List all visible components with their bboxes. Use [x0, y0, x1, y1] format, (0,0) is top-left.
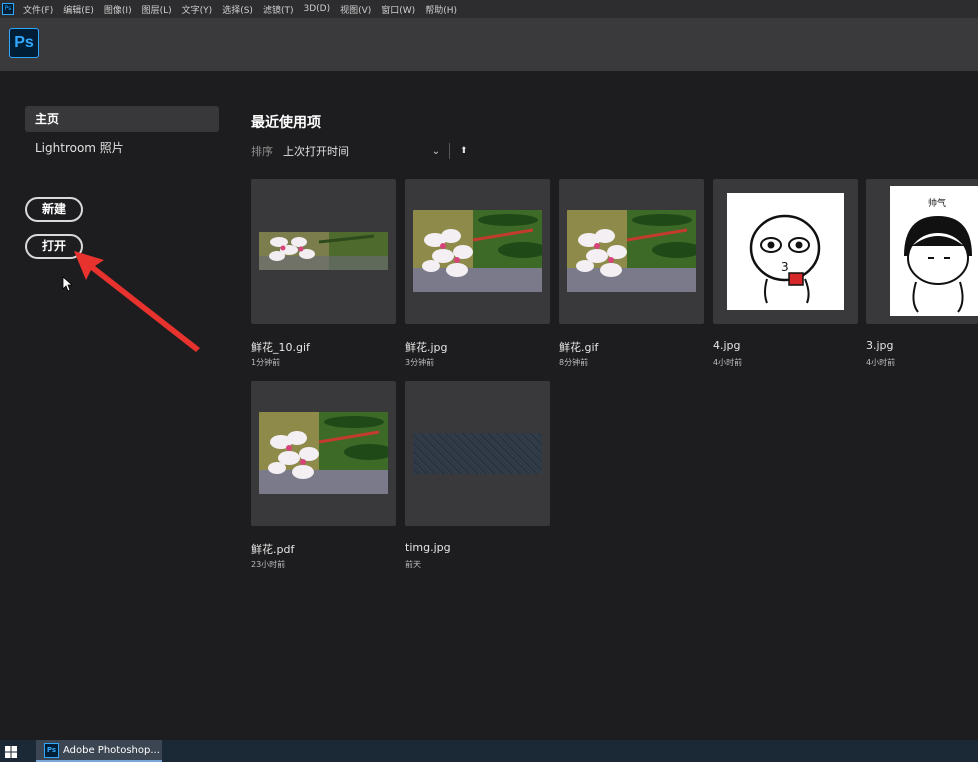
menu-bar: Ps 文件(F) 编辑(E) 图像(I) 图层(L) 文字(Y) 选择(S) 滤…	[0, 0, 978, 18]
file-thumbnail[interactable]	[559, 179, 704, 324]
cartoon-image: 3	[727, 193, 844, 310]
file-thumbnail[interactable]: 3	[713, 179, 858, 324]
menu-file[interactable]: 文件(F)	[18, 3, 58, 16]
file-name[interactable]: 鲜花.jpg	[405, 339, 448, 355]
menu-select[interactable]: 选择(S)	[217, 3, 258, 16]
photoshop-home-screen: Ps 文件(F) 编辑(E) 图像(I) 图层(L) 文字(Y) 选择(S) 滤…	[0, 0, 978, 762]
file-name[interactable]: 鲜花.gif	[559, 339, 598, 355]
file-time: 4小时前	[866, 358, 896, 367]
file-time: 1分钟前	[251, 358, 281, 367]
file-thumbnail[interactable]: 帅气	[866, 179, 978, 324]
sidebar-item-home[interactable]: 主页	[25, 106, 219, 132]
flower-image	[413, 210, 542, 292]
file-thumbnail[interactable]	[251, 381, 396, 526]
new-button[interactable]: 新建	[25, 197, 83, 222]
file-time: 3分钟前	[405, 358, 435, 367]
sort-controls: 排序 上次打开时间 ⌄ ⬆	[251, 143, 468, 159]
noise-image	[413, 433, 542, 474]
taskbar: Ps Adobe Photoshop...	[0, 740, 978, 762]
recent-title: 最近使用项	[251, 115, 321, 131]
menu-help[interactable]: 帮助(H)	[420, 3, 462, 16]
flower-image	[259, 412, 388, 494]
file-name[interactable]: 4.jpg	[713, 339, 741, 352]
flower-image	[567, 210, 696, 292]
chevron-down-icon[interactable]: ⌄	[429, 146, 443, 157]
menu-image[interactable]: 图像(I)	[99, 3, 137, 16]
app-mini-icon[interactable]: Ps	[2, 3, 14, 15]
menu-filter[interactable]: 滤镜(T)	[258, 3, 299, 16]
red-arrow-annotation	[74, 251, 200, 352]
file-time: 前天	[405, 560, 421, 569]
file-name[interactable]: 鲜花_10.gif	[251, 339, 310, 355]
cartoon-caption: 帅气	[928, 197, 946, 209]
sidebar: 主页 Lightroom 照片 新建 打开	[0, 71, 232, 740]
menu-edit[interactable]: 编辑(E)	[58, 3, 99, 16]
file-time: 23小时前	[251, 560, 286, 569]
menu-window[interactable]: 窗口(W)	[376, 3, 420, 16]
sidebar-item-lightroom[interactable]: Lightroom 照片	[25, 135, 219, 161]
cartoon-image: 帅气	[890, 186, 978, 316]
flower-image	[259, 232, 388, 270]
taskbar-photoshop[interactable]: Ps Adobe Photoshop...	[36, 740, 162, 762]
menu-3d[interactable]: 3D(D)	[298, 4, 335, 14]
file-name[interactable]: 鲜花.pdf	[251, 541, 294, 557]
menu-layer[interactable]: 图层(L)	[137, 3, 177, 16]
file-name[interactable]: 3.jpg	[866, 339, 894, 352]
windows-start-icon[interactable]	[5, 746, 17, 758]
sort-label: 排序	[251, 145, 273, 158]
file-thumbnail[interactable]	[405, 381, 550, 526]
menu-type[interactable]: 文字(Y)	[177, 3, 218, 16]
sort-divider	[449, 143, 450, 159]
svg-text:3: 3	[781, 260, 789, 274]
recent-files-panel: 最近使用项 排序 上次打开时间 ⌄ ⬆ 鲜花_10.gif 1分钟前 鲜花.jp…	[232, 71, 978, 740]
menu-view[interactable]: 视图(V)	[335, 3, 376, 16]
sort-dropdown[interactable]: 上次打开时间	[283, 143, 429, 159]
file-time: 8分钟前	[559, 358, 589, 367]
file-name[interactable]: timg.jpg	[405, 541, 451, 554]
taskbar-app-label: Adobe Photoshop...	[63, 744, 160, 756]
photoshop-logo: Ps	[9, 28, 39, 58]
file-thumbnail[interactable]	[405, 179, 550, 324]
app-header: Ps	[0, 18, 978, 71]
file-time: 4小时前	[713, 358, 743, 367]
file-thumbnail[interactable]	[251, 179, 396, 324]
photoshop-taskbar-icon: Ps	[44, 742, 59, 758]
mouse-cursor-icon	[62, 276, 74, 292]
arrow-up-icon[interactable]: ⬆	[460, 146, 468, 156]
